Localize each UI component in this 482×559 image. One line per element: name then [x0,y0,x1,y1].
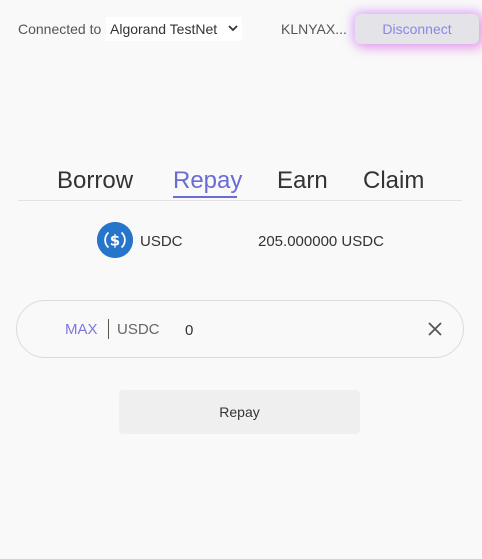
tab-borrow[interactable]: Borrow [57,167,133,195]
connected-label: Connected to [18,21,102,37]
amount-input[interactable] [185,318,385,342]
network-select[interactable]: Algorand TestNet [106,17,242,41]
asset-row: $ USDC 205.000000 USDC [0,222,482,260]
close-icon[interactable] [425,319,445,339]
disconnect-button[interactable]: Disconnect [355,14,479,44]
header: Connected to Algorand TestNet KLNYAX... … [0,0,482,58]
unit-label: USDC [117,321,160,338]
tab-claim[interactable]: Claim [363,167,424,195]
asset-balance: 205.000000 USDC [258,233,384,250]
network-value: Algorand TestNet [110,21,218,37]
active-tab-indicator [173,196,237,198]
account-address: KLNYAX... [281,21,347,37]
tab-repay[interactable]: Repay [173,167,242,195]
tab-bar: Borrow Repay Earn Claim [18,164,462,201]
asset-name: USDC [140,233,183,250]
divider [108,319,109,339]
chevron-down-icon [228,23,238,35]
amount-input-group: MAX USDC [16,300,464,358]
tab-earn[interactable]: Earn [277,167,328,195]
repay-button[interactable]: Repay [119,390,360,434]
max-button[interactable]: MAX [65,321,98,338]
svg-text:$: $ [110,232,120,250]
usdc-icon: $ [97,222,133,258]
